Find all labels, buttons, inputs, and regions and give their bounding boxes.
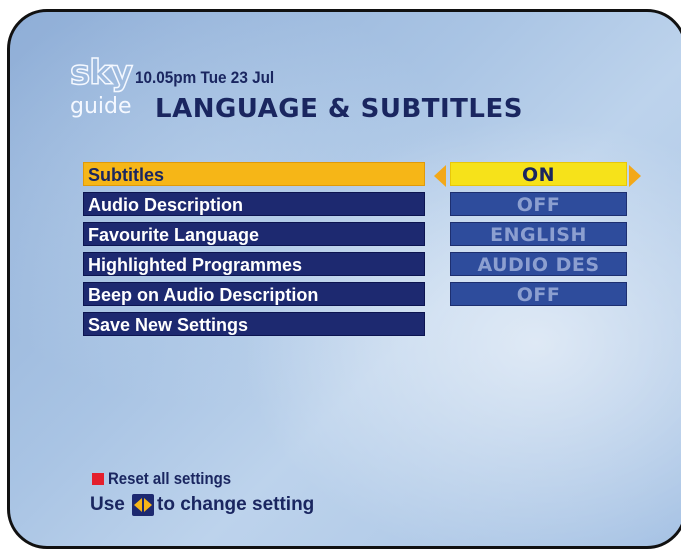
reset-all-settings-label[interactable]: Reset all settings <box>108 469 231 489</box>
left-right-arrows-icon <box>132 494 154 516</box>
favourite-language-value[interactable]: ENGLISH <box>450 222 627 246</box>
hint-prefix: Use <box>90 494 125 515</box>
menu-item-save-new-settings[interactable]: Save New Settings <box>83 312 425 336</box>
menu-item-highlighted-programmes[interactable]: Highlighted Programmes <box>83 252 425 276</box>
beep-on-audio-description-value[interactable]: OFF <box>450 282 627 306</box>
left-triangle-icon <box>134 498 142 512</box>
audio-description-value[interactable]: OFF <box>450 192 627 216</box>
page-title: LANGUAGE & SUBTITLES <box>155 94 523 124</box>
subtitles-value[interactable]: ON <box>450 162 627 186</box>
menu-item-subtitles[interactable]: Subtitles <box>83 162 425 186</box>
sky-logo: sky <box>69 53 134 93</box>
timestamp: 10.05pm Tue 23 Jul <box>135 68 275 87</box>
next-value-arrow-icon[interactable] <box>629 165 641 187</box>
menu-item-beep-on-audio-description[interactable]: Beep on Audio Description <box>83 282 425 306</box>
previous-value-arrow-icon[interactable] <box>434 165 446 187</box>
right-triangle-icon <box>144 498 152 512</box>
highlighted-programmes-value[interactable]: AUDIO DES <box>450 252 627 276</box>
hint-suffix: to change setting <box>157 494 315 515</box>
menu-item-favourite-language[interactable]: Favourite Language <box>83 222 425 246</box>
red-button-icon <box>92 473 104 485</box>
guide-logo: guide <box>70 94 132 119</box>
tv-screen: sky guide 10.05pm Tue 23 Jul LANGUAGE & … <box>7 9 681 549</box>
menu-item-audio-description[interactable]: Audio Description <box>83 192 425 216</box>
